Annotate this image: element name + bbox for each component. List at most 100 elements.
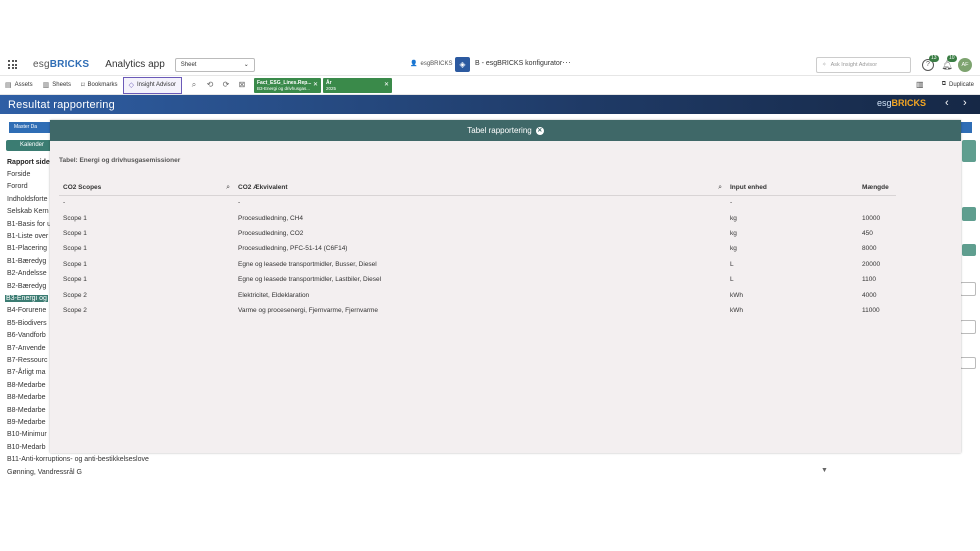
table-cell: Procesudledning, CO2 [238,229,304,237]
right-panel-button[interactable] [962,140,976,162]
search-icon[interactable]: ⌕ [718,184,722,192]
right-panel-button[interactable] [962,207,976,221]
right-input[interactable] [960,282,976,296]
sheets-button[interactable]: ▥ Sheets [38,76,76,95]
table-cell: Scope 2 [63,291,87,299]
table-row[interactable]: Scope 1 Egne og leasede transportmidler, … [59,257,896,272]
sidebar-item[interactable]: B5-Biodivers [7,320,47,327]
table-row[interactable]: Scope 1 Egne og leasede transportmidler, … [59,272,896,287]
data-table-icon[interactable]: ▥ [916,80,924,89]
sidebar-item[interactable]: B8-Medarbe [7,394,46,401]
step-forward-icon[interactable]: ⟳ [220,79,232,91]
duplicate-button[interactable]: ⧉ Duplicate [942,81,974,88]
sidebar-item[interactable]: B2-Bæredyg [7,283,46,290]
sidebar-item[interactable]: Forord [7,183,28,190]
sidebar-item[interactable]: B7-Årligt ma [7,369,46,376]
table-row[interactable]: Scope 2 Elektricitet, Eldeklaration kWh 400… [59,287,896,302]
space-owner[interactable]: 👤 esgBRICKS [410,60,453,68]
table-cell: kWh [730,291,743,299]
sheet-title: Resultat rapportering [8,98,115,111]
screen: esgBRICKS Analytics app Sheet ⌄ 👤 esgBRICK… [0,0,980,551]
table-cell: 450 [862,229,873,237]
table-cell: Scope 1 [63,245,87,253]
insight-advisor-button[interactable]: ◇ Insight Advisor [122,76,182,94]
sidebar-item[interactable]: B6-Vandforb [7,332,46,339]
table-row[interactable]: Scope 1 Procesudledning, CH4 kg 10000 [59,210,896,225]
sidebar-item[interactable]: B2-Andelsse [7,270,47,277]
close-icon[interactable]: ✕ [313,81,318,88]
sidebar-item[interactable]: Forside [7,171,30,178]
rapport-side-header: Rapport side [7,159,50,166]
table-cell: 11000 [862,306,880,314]
ask-insight-advisor-input[interactable]: ✧ Ask Insight Advisor [816,57,911,73]
help-badge: 13 [929,55,939,62]
toolbar: ▤ Assets ▥ Sheets ⌑ Bookmarks ◇ Insight Advi… [0,76,980,95]
column-header-input-enhed[interactable]: Input enhed [726,181,858,196]
table-row[interactable]: Scope 1 Procesudledning, PFC-51-14 (C6F14… [59,241,896,256]
sidebar-item[interactable]: Selskab Kern [7,208,49,215]
column-header-co2-scopes[interactable]: CO2 Scopes ⌕ [59,181,234,196]
sidebar-item[interactable]: Gønning, Vandressrål G [7,469,82,476]
avatar[interactable]: AF [958,58,972,72]
sidebar-item[interactable]: B7-Anvende [7,345,46,352]
app-menu-icon[interactable] [8,60,17,69]
right-input[interactable] [960,357,976,369]
sidebar-item[interactable]: B11-Anti-korruptions- og anti-bestikkels… [7,456,149,463]
chevron-down-icon: ⌄ [243,62,249,68]
right-button[interactable] [960,122,972,133]
sidebar-item[interactable]: B1-Basis for u [7,221,51,228]
sidebar-item[interactable]: B1-Liste over [7,233,48,240]
sidebar-item[interactable]: B1-Placering [7,245,47,252]
assets-button[interactable]: ▤ Assets [0,76,38,95]
sidebar-item[interactable]: B8-Medarbe [7,382,46,389]
emissions-table: CO2 Scopes ⌕ CO2 Ækvivalent ⌕ Input enhed … [59,181,896,318]
sidebar-item[interactable]: B9-Medarbe [7,419,46,426]
table-cell: Scope 1 [63,260,87,268]
sparkle-icon: ✧ [822,62,827,68]
sidebar-item[interactable]: B10-Medarb [7,444,46,451]
search-icon[interactable]: ⌕ [226,184,230,192]
column-header-maengde[interactable]: Mængde [858,181,896,196]
sidebar-item[interactable]: Indholdsforte [7,196,47,203]
previous-sheet-icon[interactable]: ‹ [945,97,949,109]
tabel-rapportering-modal: Tabel rapportering ✕ Tabel: Energi og dr… [50,120,961,453]
sidebar-item[interactable]: B1-Bæredyg [7,258,46,265]
clear-selections-icon[interactable]: ⊠ [236,79,248,91]
table-cell: kg [730,229,737,237]
app-title: B - esgBRICKS konfigurator [475,60,563,67]
more-options-icon[interactable]: ··· [562,57,571,67]
table-cell: Egne og leasede transportmidler, Lastbil… [238,276,382,284]
table-row[interactable]: Scope 1 Procesudledning, CO2 kg 450 [59,226,896,241]
table-cell: 4000 [862,291,877,299]
analytics-app: esgBRICKS Analytics app Sheet ⌄ 👤 esgBRICK… [0,54,980,484]
table-cell: Varme og procesenergi, Fjernvarme, Fjern… [238,306,379,314]
selection-tools: ⌕ ⟲ ⟳ ⊠ [188,79,248,91]
sidebar-item[interactable]: B4-Forurene [7,307,46,314]
bookmarks-button[interactable]: ⌑ Bookmarks [76,76,123,95]
close-icon[interactable]: ✕ [384,81,389,88]
right-input[interactable] [960,320,976,334]
column-header-co2-aekvivalent[interactable]: CO2 Ækvivalent ⌕ [234,181,726,196]
scroll-down-icon[interactable]: ▼ [821,467,828,474]
table-cell: 8000 [862,245,877,253]
table-cell: - [63,199,66,207]
selection-chip-year[interactable]: År 2025 ✕ [322,77,392,93]
table-row[interactable]: Scope 2 Varme og procesenergi, Fjernvarme… [59,303,896,318]
step-back-icon[interactable]: ⟲ [204,79,216,91]
next-sheet-icon[interactable]: › [963,97,967,109]
search-selection-icon[interactable]: ⌕ [188,79,200,91]
table-row[interactable]: --- [59,195,896,210]
close-icon[interactable]: ✕ [535,126,544,135]
table-cell: Scope 1 [63,214,87,222]
sidebar-item[interactable]: B7-Ressourc [7,357,47,364]
sheet-dropdown[interactable]: Sheet ⌄ [174,57,255,72]
app-name: Analytics app [105,59,165,70]
right-panel-button[interactable] [962,244,976,256]
sidebar-item[interactable]: B3-Energi og [5,295,48,302]
table-cell: - [730,199,733,207]
sidebar-item[interactable]: B10-Minimur [7,431,47,438]
selection-chip-fact[interactable]: Fact_ESG_Lines.Rep... B3-Energi og drivh… [253,77,321,93]
insight-icon: ◇ [128,82,134,89]
table-header-row: CO2 Scopes ⌕ CO2 Ækvivalent ⌕ Input enhed … [59,181,896,196]
sidebar-item[interactable]: B8-Medarbe [7,407,46,414]
